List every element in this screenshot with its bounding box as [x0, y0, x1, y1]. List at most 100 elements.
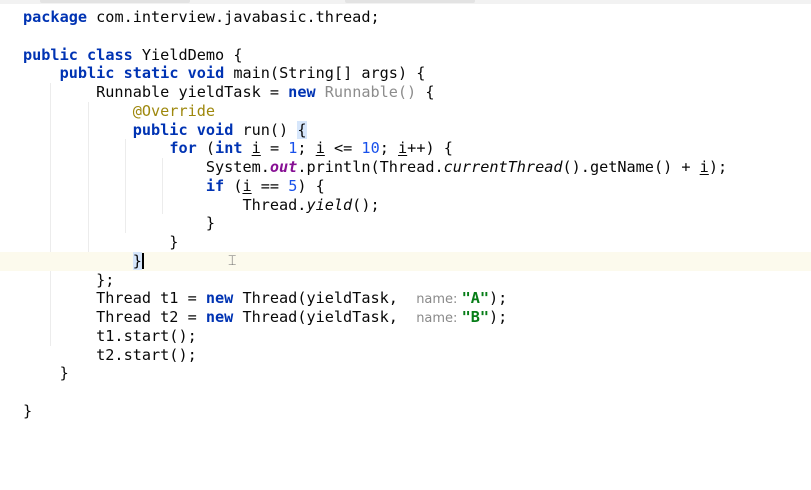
keyword-token: for	[169, 139, 197, 158]
code-line[interactable]: t2.start();	[0, 346, 811, 365]
string-literal: "A"	[461, 289, 490, 308]
code-line[interactable]: public static void main(String[] args) {	[0, 64, 811, 83]
code-token: com.interview.javabasic.thread;	[87, 8, 380, 26]
matched-brace: }	[132, 251, 142, 270]
number-literal: 10	[361, 139, 380, 158]
keyword-token: void	[187, 64, 225, 83]
keyword-token: class	[87, 45, 133, 64]
code-token: Thread t1 =	[23, 289, 206, 308]
code-token: Runnable yieldTask =	[23, 83, 289, 101]
code-token: Thread(yieldTask,	[233, 308, 417, 326]
code-line[interactable]: t1.start();	[0, 327, 811, 346]
code-editor[interactable]: package com.interview.javabasic.thread; p…	[0, 0, 811, 490]
keyword-token: new	[205, 289, 234, 308]
code-line[interactable]: @Override	[0, 102, 811, 121]
keyword-token: int	[215, 139, 243, 158]
parameter-name-hint: name:	[416, 292, 462, 308]
code-line[interactable]: package com.interview.javabasic.thread;	[0, 8, 811, 27]
code-line[interactable]: for (int i = 1; i <= 10; i++) {	[0, 139, 811, 158]
static-field-token: out	[269, 158, 298, 176]
editor-tab[interactable]	[345, 0, 475, 3]
code-token: ;	[297, 139, 316, 158]
keyword-token: package	[23, 8, 88, 26]
keyword-token: public	[23, 45, 78, 64]
code-token: Thread.	[23, 195, 307, 214]
code-line[interactable]	[0, 383, 811, 402]
code-token: t1.start();	[23, 326, 197, 345]
code-token: ();	[352, 195, 380, 214]
code-token: }	[23, 364, 69, 383]
code-token: ;	[379, 139, 399, 158]
number-literal: 5	[288, 176, 298, 195]
code-token: ) {	[297, 176, 325, 195]
code-line[interactable]: Thread t1 = new Thread(yieldTask, name: …	[0, 289, 811, 308]
keyword-token: new	[288, 83, 316, 101]
code-token: };	[23, 270, 115, 289]
anonymous-class-token: Runnable()	[324, 83, 417, 101]
loop-variable-token: i	[398, 139, 408, 158]
code-token: );	[708, 158, 728, 176]
code-token: }	[23, 214, 216, 233]
code-line[interactable]: }	[0, 251, 811, 271]
code-line[interactable]: };	[0, 271, 811, 290]
code-line[interactable]: Thread.yield();	[0, 196, 811, 215]
code-token: <=	[324, 139, 362, 158]
code-token: ++) {	[407, 139, 453, 158]
keyword-token: new	[205, 308, 234, 326]
code-token: System.	[23, 158, 270, 176]
matched-brace: {	[297, 120, 307, 139]
editor-tab[interactable]	[40, 0, 190, 3]
loop-variable-token: i	[251, 139, 261, 158]
code-token: ==	[251, 176, 289, 195]
keyword-token: void	[196, 120, 234, 139]
code-token: main(String[] args) {	[224, 64, 426, 83]
keyword-token: static	[123, 64, 179, 83]
code-token: Thread(yieldTask,	[233, 289, 417, 308]
static-method-token: yield	[306, 195, 353, 214]
code-line[interactable]: Runnable yieldTask = new Runnable() {	[0, 83, 811, 102]
string-literal: "B"	[461, 308, 490, 326]
code-line[interactable]: }	[0, 233, 811, 252]
code-token: ().getName() +	[562, 158, 700, 176]
code-token: );	[489, 308, 508, 326]
code-line[interactable]: System.out.println(Thread.currentThread(…	[0, 158, 811, 177]
code-token: t2.start();	[23, 345, 197, 364]
keyword-token: if	[205, 176, 225, 195]
code-line[interactable]	[0, 27, 811, 46]
code-token: }	[23, 401, 33, 420]
code-line[interactable]: if (i == 5) {	[0, 177, 811, 196]
code-line[interactable]: Thread t2 = new Thread(yieldTask, name: …	[0, 308, 811, 327]
code-token: {	[416, 83, 435, 101]
parameter-name-hint: name:	[416, 311, 462, 326]
code-line[interactable]: public void run() {	[0, 120, 811, 140]
editor-tab-strip[interactable]	[0, 0, 811, 4]
code-token: =	[260, 139, 289, 158]
code-token: );	[489, 289, 508, 308]
code-token: run()	[233, 120, 298, 139]
static-method-token: currentThread	[443, 158, 563, 176]
code-token: .println(Thread.	[297, 158, 444, 176]
code-line[interactable]: public class YieldDemo {	[0, 46, 811, 65]
loop-variable-token: i	[242, 176, 252, 195]
code-token: Thread t2 =	[23, 308, 206, 326]
text-ibeam-cursor-icon: ⌶	[228, 253, 237, 269]
code-line[interactable]: }	[0, 214, 811, 233]
text-caret	[141, 252, 144, 269]
code-line[interactable]: }	[0, 402, 811, 421]
loop-variable-token: i	[699, 158, 709, 176]
keyword-token: public	[59, 64, 115, 83]
loop-variable-token: i	[315, 139, 325, 158]
code-token: YieldDemo {	[132, 45, 243, 64]
code-line[interactable]: }	[0, 364, 811, 383]
